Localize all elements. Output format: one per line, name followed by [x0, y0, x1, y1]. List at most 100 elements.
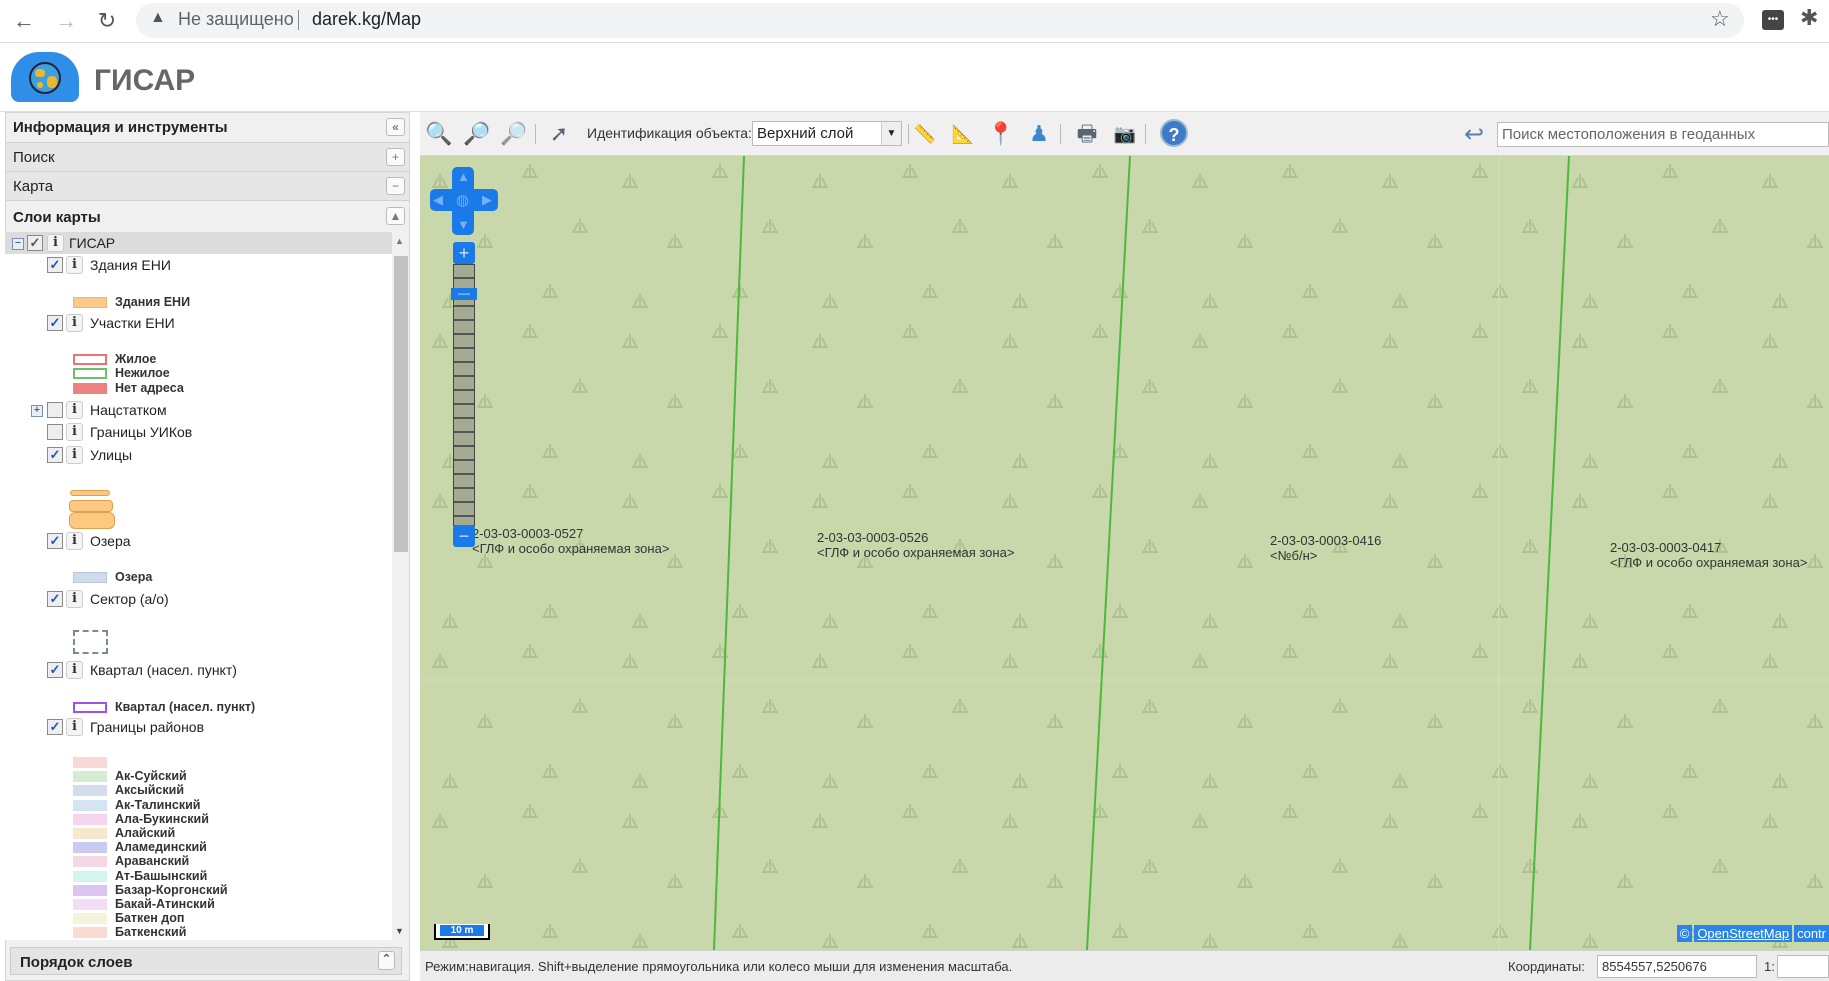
collapse-up-icon[interactable]: ▲	[386, 207, 405, 225]
collapse-tree-icon[interactable]: −	[12, 238, 24, 250]
street-view-person-icon[interactable]: ♟	[1024, 120, 1054, 148]
section-layers[interactable]: Слои карты ▲	[6, 201, 409, 233]
chevron-down-icon[interactable]: ▼	[881, 122, 901, 145]
scale-input[interactable]	[1777, 955, 1829, 978]
zoom-out-button[interactable]: −	[453, 525, 475, 547]
measure-area-icon[interactable]: 📐	[948, 120, 978, 148]
globe-logo-icon[interactable]	[11, 52, 79, 102]
coords-input[interactable]: 8554557,5250676	[1597, 955, 1757, 978]
forward-icon[interactable]: →	[52, 8, 80, 34]
expand-up-icon[interactable]: ⌃	[378, 951, 395, 970]
zoom-tick	[454, 417, 474, 419]
parcel-label[interactable]: 2-03-03-0003-0417 <ГЛФ и особо охраняемая…	[1610, 540, 1807, 570]
map-canvas[interactable]: 2-03-03-0003-0527 <ГЛФ и особо охраняемая…	[420, 156, 1829, 950]
district-label: Ала-Букинский	[115, 811, 209, 826]
legend-label: Нежилое	[115, 366, 170, 380]
pan-left-icon[interactable]: ◀	[433, 192, 443, 208]
url-text[interactable]: darek.kg/Map	[312, 9, 421, 30]
identify-layer-select[interactable]: Верхний слой ▼	[752, 121, 902, 146]
zoom-tick	[454, 403, 474, 405]
export-image-icon[interactable]: 📷	[1110, 120, 1140, 148]
divider	[535, 124, 536, 144]
print-icon[interactable]: 🖶	[1072, 120, 1102, 148]
warning-icon[interactable]: ▲	[150, 9, 166, 27]
zoom-in-button[interactable]: +	[453, 242, 475, 264]
zoom-tick	[454, 347, 474, 349]
osm-link[interactable]: OpenStreetMap	[1694, 925, 1793, 942]
contributors-link[interactable]: contr	[1794, 925, 1829, 942]
zoom-tick	[454, 459, 474, 461]
info-icon[interactable]: i	[66, 423, 83, 441]
legend-label: Здания ЕНИ	[115, 295, 191, 309]
puzzle-extensions-icon[interactable]: ✱	[1800, 5, 1818, 31]
map-pin-icon[interactable]: 📍	[986, 120, 1016, 148]
location-search-input[interactable]: Поиск местоположения в геоданных	[1497, 122, 1829, 147]
scrollbar-thumb[interactable]	[394, 256, 408, 552]
parcel-label[interactable]: 2-03-03-0003-0527 <ГЛФ и особо охраняемая…	[472, 526, 669, 556]
zoom-slider[interactable]	[453, 264, 475, 526]
measure-distance-icon[interactable]: 📏	[910, 120, 940, 148]
layer-checkbox-block[interactable]: ✓	[47, 662, 63, 678]
parcel-type: <ГЛФ и особо охраняемая зона>	[817, 545, 1015, 560]
identify-cursor-icon[interactable]: ➚	[544, 120, 574, 148]
undo-arrow-icon[interactable]: ↩	[1464, 120, 1484, 149]
globe-icon[interactable]: ◍	[456, 191, 469, 209]
pan-control[interactable]: ▲ ▼ ◀ ▶ ◍	[430, 167, 498, 235]
info-icon[interactable]: i	[66, 446, 83, 464]
scroll-down-icon[interactable]: ▼	[395, 926, 404, 936]
zoom-box-icon[interactable]: 🔍	[424, 120, 454, 148]
zoom-tick	[454, 445, 474, 447]
scroll-up-icon[interactable]: ▲	[395, 236, 404, 246]
district-label: Аламединский	[115, 840, 207, 855]
extension-icon[interactable]: •••	[1762, 10, 1784, 30]
info-icon[interactable]: i	[66, 590, 83, 608]
zoom-tick	[454, 319, 474, 321]
layer-checkbox-natstat[interactable]	[47, 402, 63, 418]
layer-checkbox-sector[interactable]: ✓	[47, 591, 63, 607]
parcel-label[interactable]: 2-03-03-0003-0416 <№б/н>	[1270, 533, 1381, 563]
section-map[interactable]: Карта −	[6, 172, 409, 201]
zoom-next-icon[interactable]: 🔎	[499, 120, 529, 148]
zoom-slider-handle[interactable]: —	[451, 287, 477, 300]
zoom-previous-icon[interactable]: 🔎	[462, 120, 492, 148]
zoom-tick	[454, 389, 474, 391]
layer-checkbox-gisar[interactable]: ✓	[27, 235, 43, 251]
info-icon[interactable]: i	[66, 718, 83, 736]
expand-tree-icon[interactable]: +	[31, 405, 43, 417]
legend-label: Озера	[115, 570, 153, 584]
section-search-label: Поиск	[13, 149, 55, 166]
district-swatch	[73, 771, 107, 783]
back-icon[interactable]: ←	[10, 8, 38, 34]
info-icon[interactable]: i	[66, 532, 83, 550]
parcel-label[interactable]: 2-03-03-0003-0526 <ГЛФ и особо охраняемая…	[817, 530, 1014, 560]
pan-down-icon[interactable]: ▼	[457, 217, 470, 232]
info-icon[interactable]: i	[66, 401, 83, 419]
info-icon[interactable]: i	[66, 661, 83, 679]
help-icon[interactable]: ?	[1160, 119, 1188, 147]
layer-checkbox-lakes[interactable]: ✓	[47, 533, 63, 549]
identify-label: Идентификация объекта:	[587, 125, 752, 141]
info-icon[interactable]: i	[47, 234, 64, 252]
layer-checkbox-districts[interactable]: ✓	[47, 719, 63, 735]
coords-label: Координаты:	[1508, 959, 1585, 974]
district-label: Ак-Суйский	[115, 769, 187, 784]
info-icon[interactable]: i	[66, 256, 83, 274]
layer-order-section[interactable]: Порядок слоев ⌃	[10, 947, 402, 975]
section-search[interactable]: Поиск +	[6, 143, 409, 172]
pan-right-icon[interactable]: ▶	[482, 192, 492, 208]
copyright-symbol: ©	[1676, 925, 1693, 942]
layer-checkbox-uik[interactable]	[47, 424, 63, 440]
layer-checkbox-parcels[interactable]: ✓	[47, 315, 63, 331]
collapse-panel-button[interactable]: «	[386, 118, 405, 136]
layer-buildings: Здания ЕНИ	[90, 257, 171, 273]
bookmark-star-icon[interactable]: ☆	[1710, 6, 1730, 32]
info-icon[interactable]: i	[66, 314, 83, 332]
expand-plus-icon[interactable]: +	[386, 148, 405, 166]
layer-checkbox-streets[interactable]: ✓	[47, 447, 63, 463]
collapse-minus-icon[interactable]: −	[386, 177, 405, 195]
reload-icon[interactable]: ↻	[93, 8, 121, 34]
layer-checkbox-buildings[interactable]: ✓	[47, 257, 63, 273]
pan-up-icon[interactable]: ▲	[457, 169, 470, 184]
legend-label: Жилое	[115, 352, 157, 366]
security-label[interactable]: Не защищено	[178, 9, 294, 30]
